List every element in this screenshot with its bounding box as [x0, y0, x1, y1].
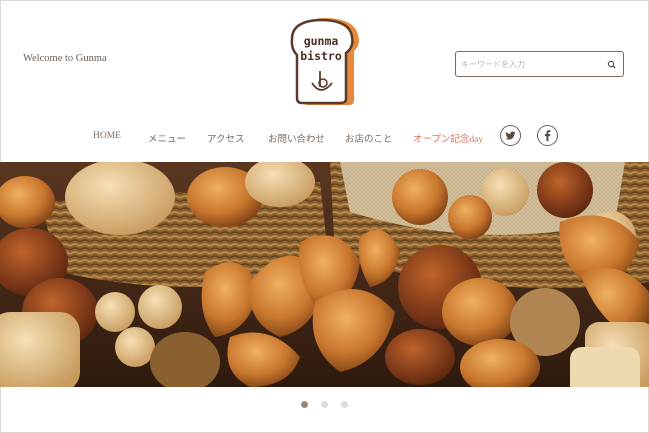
facebook-icon — [544, 130, 551, 141]
slider-dot-2[interactable] — [321, 401, 328, 408]
bread-basket-photo — [0, 162, 649, 387]
slider-dot-1[interactable] — [301, 401, 308, 408]
slider-pagination — [0, 401, 649, 411]
search-box[interactable] — [455, 51, 624, 77]
slider-dot-3[interactable] — [341, 401, 348, 408]
hero-banner-image — [0, 162, 649, 387]
nav-access[interactable]: アクセス — [207, 131, 245, 145]
nav-about[interactable]: お店のこと — [345, 131, 393, 145]
nav-home[interactable]: HOME — [93, 131, 121, 141]
welcome-text: Welcome to Gunma — [23, 53, 107, 64]
gunma-bistro-logo[interactable]: gunma bistro — [288, 13, 366, 109]
twitter-icon — [505, 131, 516, 140]
nav-opening-day[interactable]: オープン記念day — [413, 131, 483, 145]
search-input[interactable] — [461, 55, 601, 73]
logo-text-line1: gunma — [304, 34, 339, 48]
search-icon[interactable] — [606, 58, 618, 70]
nav-menu[interactable]: メニュー — [148, 131, 186, 145]
facebook-button[interactable] — [537, 125, 558, 146]
nav-contact[interactable]: お問い合わせ — [268, 131, 325, 145]
twitter-button[interactable] — [500, 125, 521, 146]
logo-text-line2: bistro — [300, 49, 342, 63]
